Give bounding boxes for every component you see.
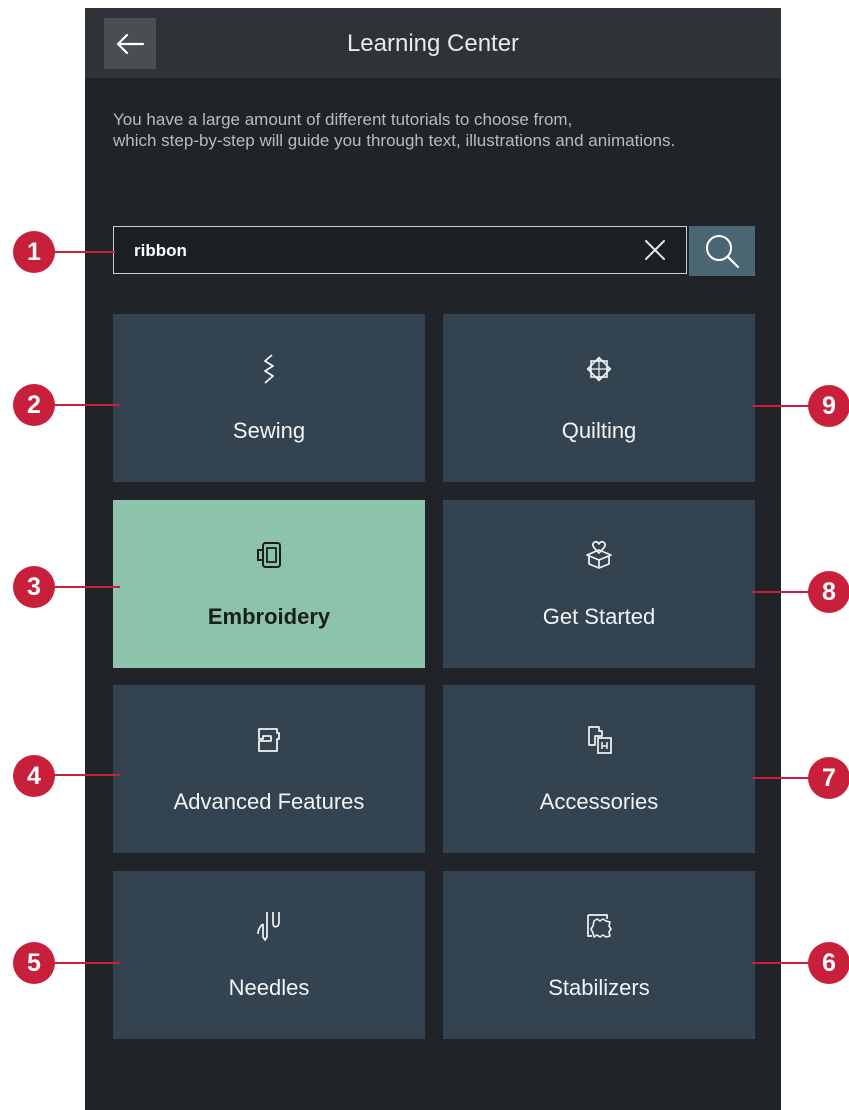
learning-center-screen: Learning Center You have a large amount …: [85, 8, 781, 1110]
tile-label: Stabilizers: [548, 975, 650, 1000]
tile-label: Needles: [228, 975, 310, 1000]
tile-needles[interactable]: Needles: [113, 871, 425, 1039]
header-bar: Learning Center: [85, 8, 781, 78]
page-title: Learning Center: [346, 30, 520, 57]
needle-icon: [257, 912, 280, 941]
intro-text: You have a large amount of different tut…: [113, 110, 676, 150]
tile-label: Advanced Features: [173, 789, 365, 814]
stabilizer-icon: [587, 914, 612, 938]
presser-foot-icon: [588, 726, 612, 754]
tile-label: Accessories: [539, 789, 659, 814]
search-field[interactable]: [113, 226, 687, 274]
callout-5: 5: [13, 942, 55, 984]
callout-3: 3: [13, 566, 55, 608]
sewing-machine-icon: [258, 728, 280, 752]
tile-label: Get Started: [542, 604, 656, 629]
tile-label: Embroidery: [207, 604, 331, 629]
tile-stabilizers[interactable]: Stabilizers: [443, 871, 755, 1039]
clear-search-button[interactable]: [642, 237, 668, 263]
back-button[interactable]: [104, 18, 156, 69]
callout-4: 4: [13, 755, 55, 797]
tile-accessories[interactable]: Accessories: [443, 685, 755, 853]
callout-9: 9: [808, 385, 849, 427]
search-icon: [706, 235, 740, 269]
callout-8: 8: [808, 571, 849, 613]
tile-embroidery[interactable]: Embroidery: [113, 500, 425, 668]
arrow-left-icon: [116, 33, 145, 54]
search-input[interactable]: [132, 227, 616, 274]
tile-sewing[interactable]: Sewing: [113, 314, 425, 482]
callout-7: 7: [808, 757, 849, 799]
tile-advanced-features[interactable]: Advanced Features: [113, 685, 425, 853]
zigzag-stitch-icon: [264, 354, 274, 384]
tile-label: Sewing: [232, 418, 306, 443]
tile-quilting[interactable]: Quilting: [443, 314, 755, 482]
embroidery-hoop-icon: [257, 542, 281, 568]
callout-1: 1: [13, 231, 55, 273]
tile-label: Quilting: [561, 418, 637, 443]
close-icon: [645, 240, 665, 260]
search-button[interactable]: [689, 226, 755, 276]
callout-6: 6: [808, 942, 849, 984]
quilt-star-icon: [586, 356, 612, 382]
tile-get-started[interactable]: Get Started: [443, 500, 755, 668]
gift-heart-icon: [586, 540, 612, 569]
callout-2: 2: [13, 384, 55, 426]
